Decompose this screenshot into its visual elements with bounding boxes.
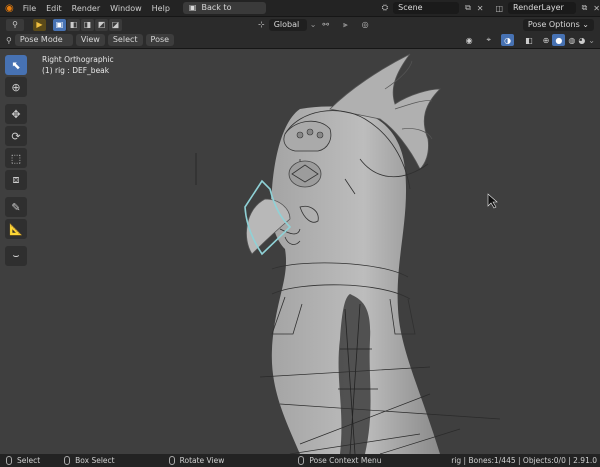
annotate-tool-icon[interactable]: ✎	[5, 197, 27, 217]
status-box-select: Box Select	[58, 456, 115, 465]
pivot-icon[interactable]: ⚯	[322, 20, 329, 29]
viewport-header: ⚲ Pose Mode ⌄ View Select Pose ◉ ⌖ ◑ ◧ ⊕…	[0, 32, 600, 56]
mouse-drag-icon	[64, 456, 71, 465]
cursor-tool-icon[interactable]: ⊕	[5, 77, 27, 97]
shading-options-icon[interactable]: ⌄	[588, 36, 595, 45]
mode-new-icon[interactable]: ▣	[53, 18, 66, 31]
status-bar: Select Box Select Rotate View Pose Conte…	[0, 454, 600, 467]
new-scene-icon[interactable]: ⧉	[465, 3, 471, 13]
delete-layer-icon[interactable]: ✕	[593, 4, 600, 13]
mouse-cursor	[487, 193, 498, 209]
menu-window[interactable]: Window	[105, 4, 147, 13]
orientation-icon[interactable]: ⊹	[258, 20, 265, 29]
proportional-icon[interactable]: ◎	[362, 20, 369, 29]
active-object: (1) rig : DEF_beak	[42, 66, 110, 75]
snap-icon[interactable]: ⫸	[343, 20, 348, 30]
view-name: Right Orthographic	[42, 55, 114, 64]
transform-tool-icon[interactable]: ⧈	[5, 170, 27, 190]
xray-icon[interactable]: ◧	[525, 36, 533, 45]
menu-help[interactable]: Help	[147, 4, 175, 13]
mode-subtract-icon[interactable]: ◨	[81, 18, 94, 31]
mode-extend-icon[interactable]: ◧	[67, 18, 80, 31]
visibility-icon[interactable]: ◉	[466, 36, 473, 45]
solid-shading-icon[interactable]: ●	[552, 34, 566, 46]
overlay-icon[interactable]: ◑	[501, 34, 515, 46]
mouse-left-icon	[6, 456, 12, 465]
mouse-right-icon	[298, 456, 305, 465]
tool-shelf: ⬉ ⊕ ✥ ⟳ ⬚ ⧈ ✎ 📐 ⌣	[5, 55, 29, 268]
scene-stats: rig | Bones:1/445 | Objects:0/0 | 2.91.0	[451, 456, 597, 465]
scene-render	[195, 53, 501, 454]
scale-tool-icon[interactable]: ⬚	[5, 148, 27, 168]
mode-icon: ⚲	[6, 35, 12, 45]
select-tool-icon[interactable]: ▶	[33, 18, 46, 31]
viewport-info: Right Orthographic (1) rig : DEF_beak	[42, 54, 114, 76]
menu-render[interactable]: Render	[67, 4, 105, 13]
rendered-shading-icon[interactable]: ◕	[578, 36, 585, 45]
gizmo-icon[interactable]: ⌖	[487, 35, 492, 45]
chevron-down-icon: ⌄	[309, 20, 317, 29]
mode-invert-icon[interactable]: ◩	[95, 18, 108, 31]
screen-icon: ▣	[188, 3, 197, 12]
scene-field[interactable]: Scene	[393, 2, 460, 14]
delete-scene-icon[interactable]: ✕	[477, 4, 484, 13]
menu-file[interactable]: File	[18, 4, 41, 13]
top-bar: ◉ File Edit Render Window Help ▣ Back to …	[0, 0, 600, 24]
scene-selector-icon[interactable]: ⛭	[382, 3, 388, 13]
measure-tool-icon[interactable]: 📐	[5, 219, 27, 239]
select-box-tool-icon[interactable]: ⬉	[5, 55, 27, 75]
mouse-middle-icon	[168, 456, 175, 465]
spine-bones	[338, 294, 371, 454]
3d-viewport[interactable]: Right Orthographic (1) rig : DEF_beak ⬉ …	[0, 49, 600, 454]
render-layer-field[interactable]: RenderLayer	[508, 2, 576, 14]
menu-pose[interactable]: Pose	[145, 34, 175, 46]
status-context-menu: Pose Context Menu	[292, 456, 381, 465]
menu-view[interactable]: View	[75, 34, 105, 46]
menu-edit[interactable]: Edit	[41, 4, 67, 13]
menu-select[interactable]: Select	[107, 34, 143, 46]
mode-intersect-icon[interactable]: ◪	[109, 18, 122, 31]
editor-type-icon[interactable]: ⚲	[6, 18, 24, 31]
material-shading-icon[interactable]: ◍	[568, 36, 575, 45]
render-layer-icon[interactable]: ◫	[495, 4, 503, 13]
new-layer-icon[interactable]: ⧉	[582, 3, 588, 13]
tool-header: ⚲ ▶ ▣ ◧ ◨ ◩ ◪ ⊹ Global ⌄ ⚯ ⫸ ◎ Pose Opti…	[0, 16, 600, 32]
pose-breakdown-tool-icon[interactable]: ⌣	[5, 246, 27, 266]
rotate-tool-icon[interactable]: ⟳	[5, 126, 27, 146]
pose-options-dropdown[interactable]: Pose Options ⌄	[522, 18, 594, 31]
blender-logo-icon[interactable]: ◉	[5, 3, 14, 14]
back-to-previous-button[interactable]: ▣Back to Previous	[182, 2, 266, 24]
wireframe-shading-icon[interactable]: ⊕	[543, 36, 550, 45]
move-tool-icon[interactable]: ✥	[5, 104, 27, 124]
status-select: Select	[0, 456, 40, 465]
status-rotate-view: Rotate View	[163, 456, 224, 465]
orientation-dropdown[interactable]: Global	[268, 18, 307, 31]
mode-dropdown[interactable]: Pose Mode ⌄	[14, 34, 73, 56]
